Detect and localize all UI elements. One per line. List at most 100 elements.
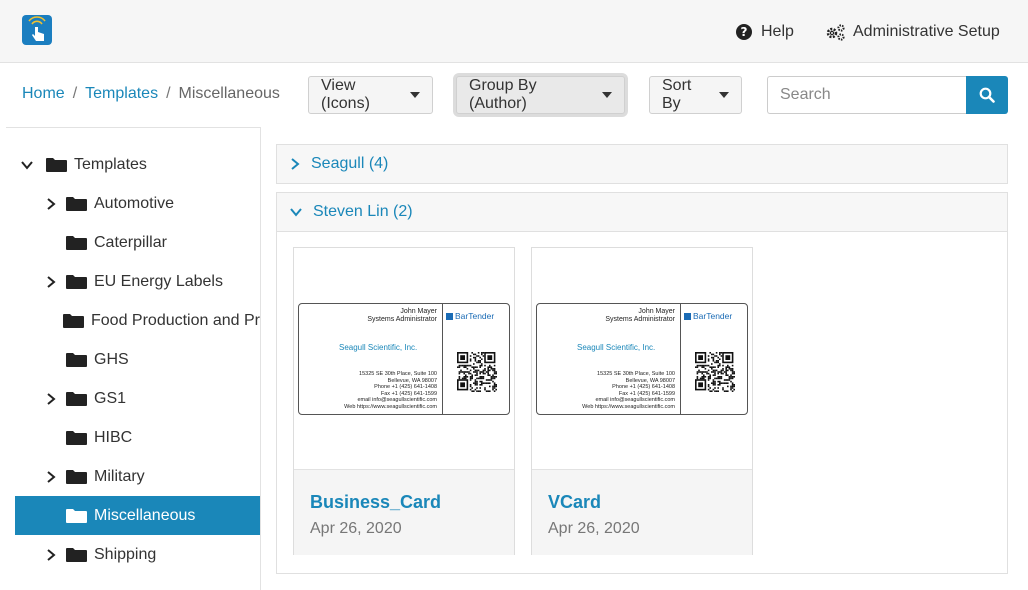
card-web: Web https://www.seagullscientific.com	[582, 403, 675, 410]
group-header-seagull[interactable]: Seagull (4)	[276, 144, 1008, 184]
tree-item-shipping[interactable]: Shipping	[15, 535, 260, 574]
search-icon	[979, 87, 995, 103]
group-header-steven-lin[interactable]: Steven Lin (2)	[276, 192, 1008, 232]
tree-item-eu-energy-labels[interactable]: EU Energy Labels	[15, 262, 260, 301]
tree-item-military[interactable]: Military	[15, 457, 260, 496]
question-circle-icon: ?	[736, 24, 752, 40]
logo-text: BarTender	[693, 311, 733, 321]
card-person: John Mayer	[400, 308, 437, 315]
tree-item-label: HIBC	[94, 428, 133, 446]
help-link[interactable]: ? Help	[736, 20, 794, 44]
card-footer: Business_Card Apr 26, 2020	[294, 469, 514, 555]
breadcrumb-templates[interactable]: Templates	[85, 85, 158, 103]
tree-item-food-production-and-pr[interactable]: Food Production and Pr	[15, 301, 260, 340]
card-web: Web https://www.seagullscientific.com	[344, 403, 437, 410]
template-name[interactable]: VCard	[548, 492, 601, 513]
qr-code-icon	[457, 352, 497, 392]
view-dropdown-button[interactable]: View (Icons)	[308, 76, 433, 114]
tree-item-ghs[interactable]: GHS	[15, 340, 260, 379]
group-body-steven-lin: John Mayer Systems Administrator Seagull …	[276, 232, 1008, 574]
chevron-right-icon[interactable]	[44, 392, 58, 406]
app-logo-icon[interactable]	[22, 15, 52, 45]
tree-item-label: Shipping	[94, 545, 157, 563]
qr-code-icon	[695, 352, 735, 392]
folder-icon	[66, 274, 87, 289]
tree-item-label: EU Energy Labels	[94, 272, 223, 290]
template-card-vcard[interactable]: John Mayer Systems Administrator Seagull …	[531, 247, 753, 555]
folder-icon	[66, 508, 87, 523]
top-bar: ? Help Administrative Setup	[0, 0, 1028, 63]
card-divider	[442, 304, 443, 414]
tree-item-gs1[interactable]: GS1	[15, 379, 260, 418]
breadcrumb-home[interactable]: Home	[22, 85, 65, 103]
folder-icon	[66, 469, 87, 484]
folder-icon	[66, 547, 87, 562]
card-person: John Mayer	[638, 308, 675, 315]
chevron-right-icon[interactable]	[44, 275, 58, 289]
card-role: Systems Administrator	[605, 316, 675, 323]
bartender-logo: BarTender	[684, 311, 732, 321]
tree-item-label: Automotive	[94, 194, 175, 212]
tree-item-automotive[interactable]: Automotive	[15, 184, 260, 223]
folder-icon	[63, 313, 84, 328]
administrative-setup-link[interactable]: Administrative Setup	[825, 20, 1000, 44]
breadcrumb-current: Miscellaneous	[178, 85, 280, 102]
template-thumbnail[interactable]: John Mayer Systems Administrator Seagull …	[294, 248, 514, 469]
breadcrumb-separator: /	[166, 85, 171, 102]
chevron-down-icon[interactable]	[20, 158, 34, 172]
template-thumbnail[interactable]: John Mayer Systems Administrator Seagull …	[532, 248, 752, 469]
chevron-down-icon	[290, 208, 302, 217]
tree-item-label: Templates	[74, 155, 147, 173]
group-header-label: Seagull (4)	[311, 155, 389, 172]
chevron-right-icon[interactable]	[44, 197, 58, 211]
tree-item-caterpillar[interactable]: Caterpillar	[15, 223, 260, 262]
search-button[interactable]	[966, 76, 1008, 114]
card-email: email info@seagullscientific.com	[357, 397, 437, 403]
business-card-preview: John Mayer Systems Administrator Seagull …	[298, 303, 510, 415]
group-header-label: Steven Lin (2)	[313, 203, 413, 220]
tree-item-templates[interactable]: Templates	[20, 145, 147, 184]
card-company: Seagull Scientific, Inc.	[339, 343, 418, 352]
tree-item-miscellaneous[interactable]: Miscellaneous	[15, 496, 260, 535]
caret-down-icon	[602, 92, 612, 98]
caret-down-icon	[719, 92, 729, 98]
group-by-dropdown-label: Group By (Author)	[469, 77, 537, 112]
folder-icon	[66, 352, 87, 367]
logo-mark-icon	[684, 312, 691, 320]
template-date: Apr 26, 2020	[548, 520, 640, 537]
tree-item-label: Miscellaneous	[94, 506, 196, 524]
template-date: Apr 26, 2020	[310, 520, 402, 537]
chevron-right-icon[interactable]	[44, 548, 58, 562]
tree-item-label: GS1	[94, 389, 127, 407]
card-divider	[680, 304, 681, 414]
logo-text: BarTender	[455, 311, 495, 321]
view-dropdown-label: View (Icons)	[321, 77, 370, 112]
search-input[interactable]	[767, 76, 966, 114]
template-card-business-card[interactable]: John Mayer Systems Administrator Seagull …	[293, 247, 515, 555]
logo-mark-icon	[446, 312, 453, 320]
template-name[interactable]: Business_Card	[310, 492, 441, 513]
tree-item-hibc[interactable]: HIBC	[15, 418, 260, 457]
breadcrumb: Home / Templates / Miscellaneous	[22, 85, 280, 103]
card-role: Systems Administrator	[367, 316, 437, 323]
business-card-preview: John Mayer Systems Administrator Seagull …	[536, 303, 748, 415]
group-by-dropdown-button[interactable]: Group By (Author)	[456, 76, 625, 114]
folder-icon	[66, 196, 87, 211]
folder-icon	[66, 235, 87, 250]
chevron-right-icon	[291, 158, 300, 170]
card-address-line: 15325 SE 30th Place, Suite 100	[359, 371, 437, 377]
administrative-setup-label: Administrative Setup	[853, 23, 1000, 40]
card-email: email info@seagullscientific.com	[595, 397, 675, 403]
sort-by-dropdown-label: Sort By	[662, 77, 692, 112]
card-footer: VCard Apr 26, 2020	[532, 469, 752, 555]
tree-item-label: Food Production and Pr	[91, 311, 260, 329]
chevron-right-icon[interactable]	[44, 470, 58, 484]
sort-by-dropdown-button[interactable]: Sort By	[649, 76, 742, 114]
breadcrumb-separator: /	[72, 85, 78, 102]
folder-icon	[66, 430, 87, 445]
